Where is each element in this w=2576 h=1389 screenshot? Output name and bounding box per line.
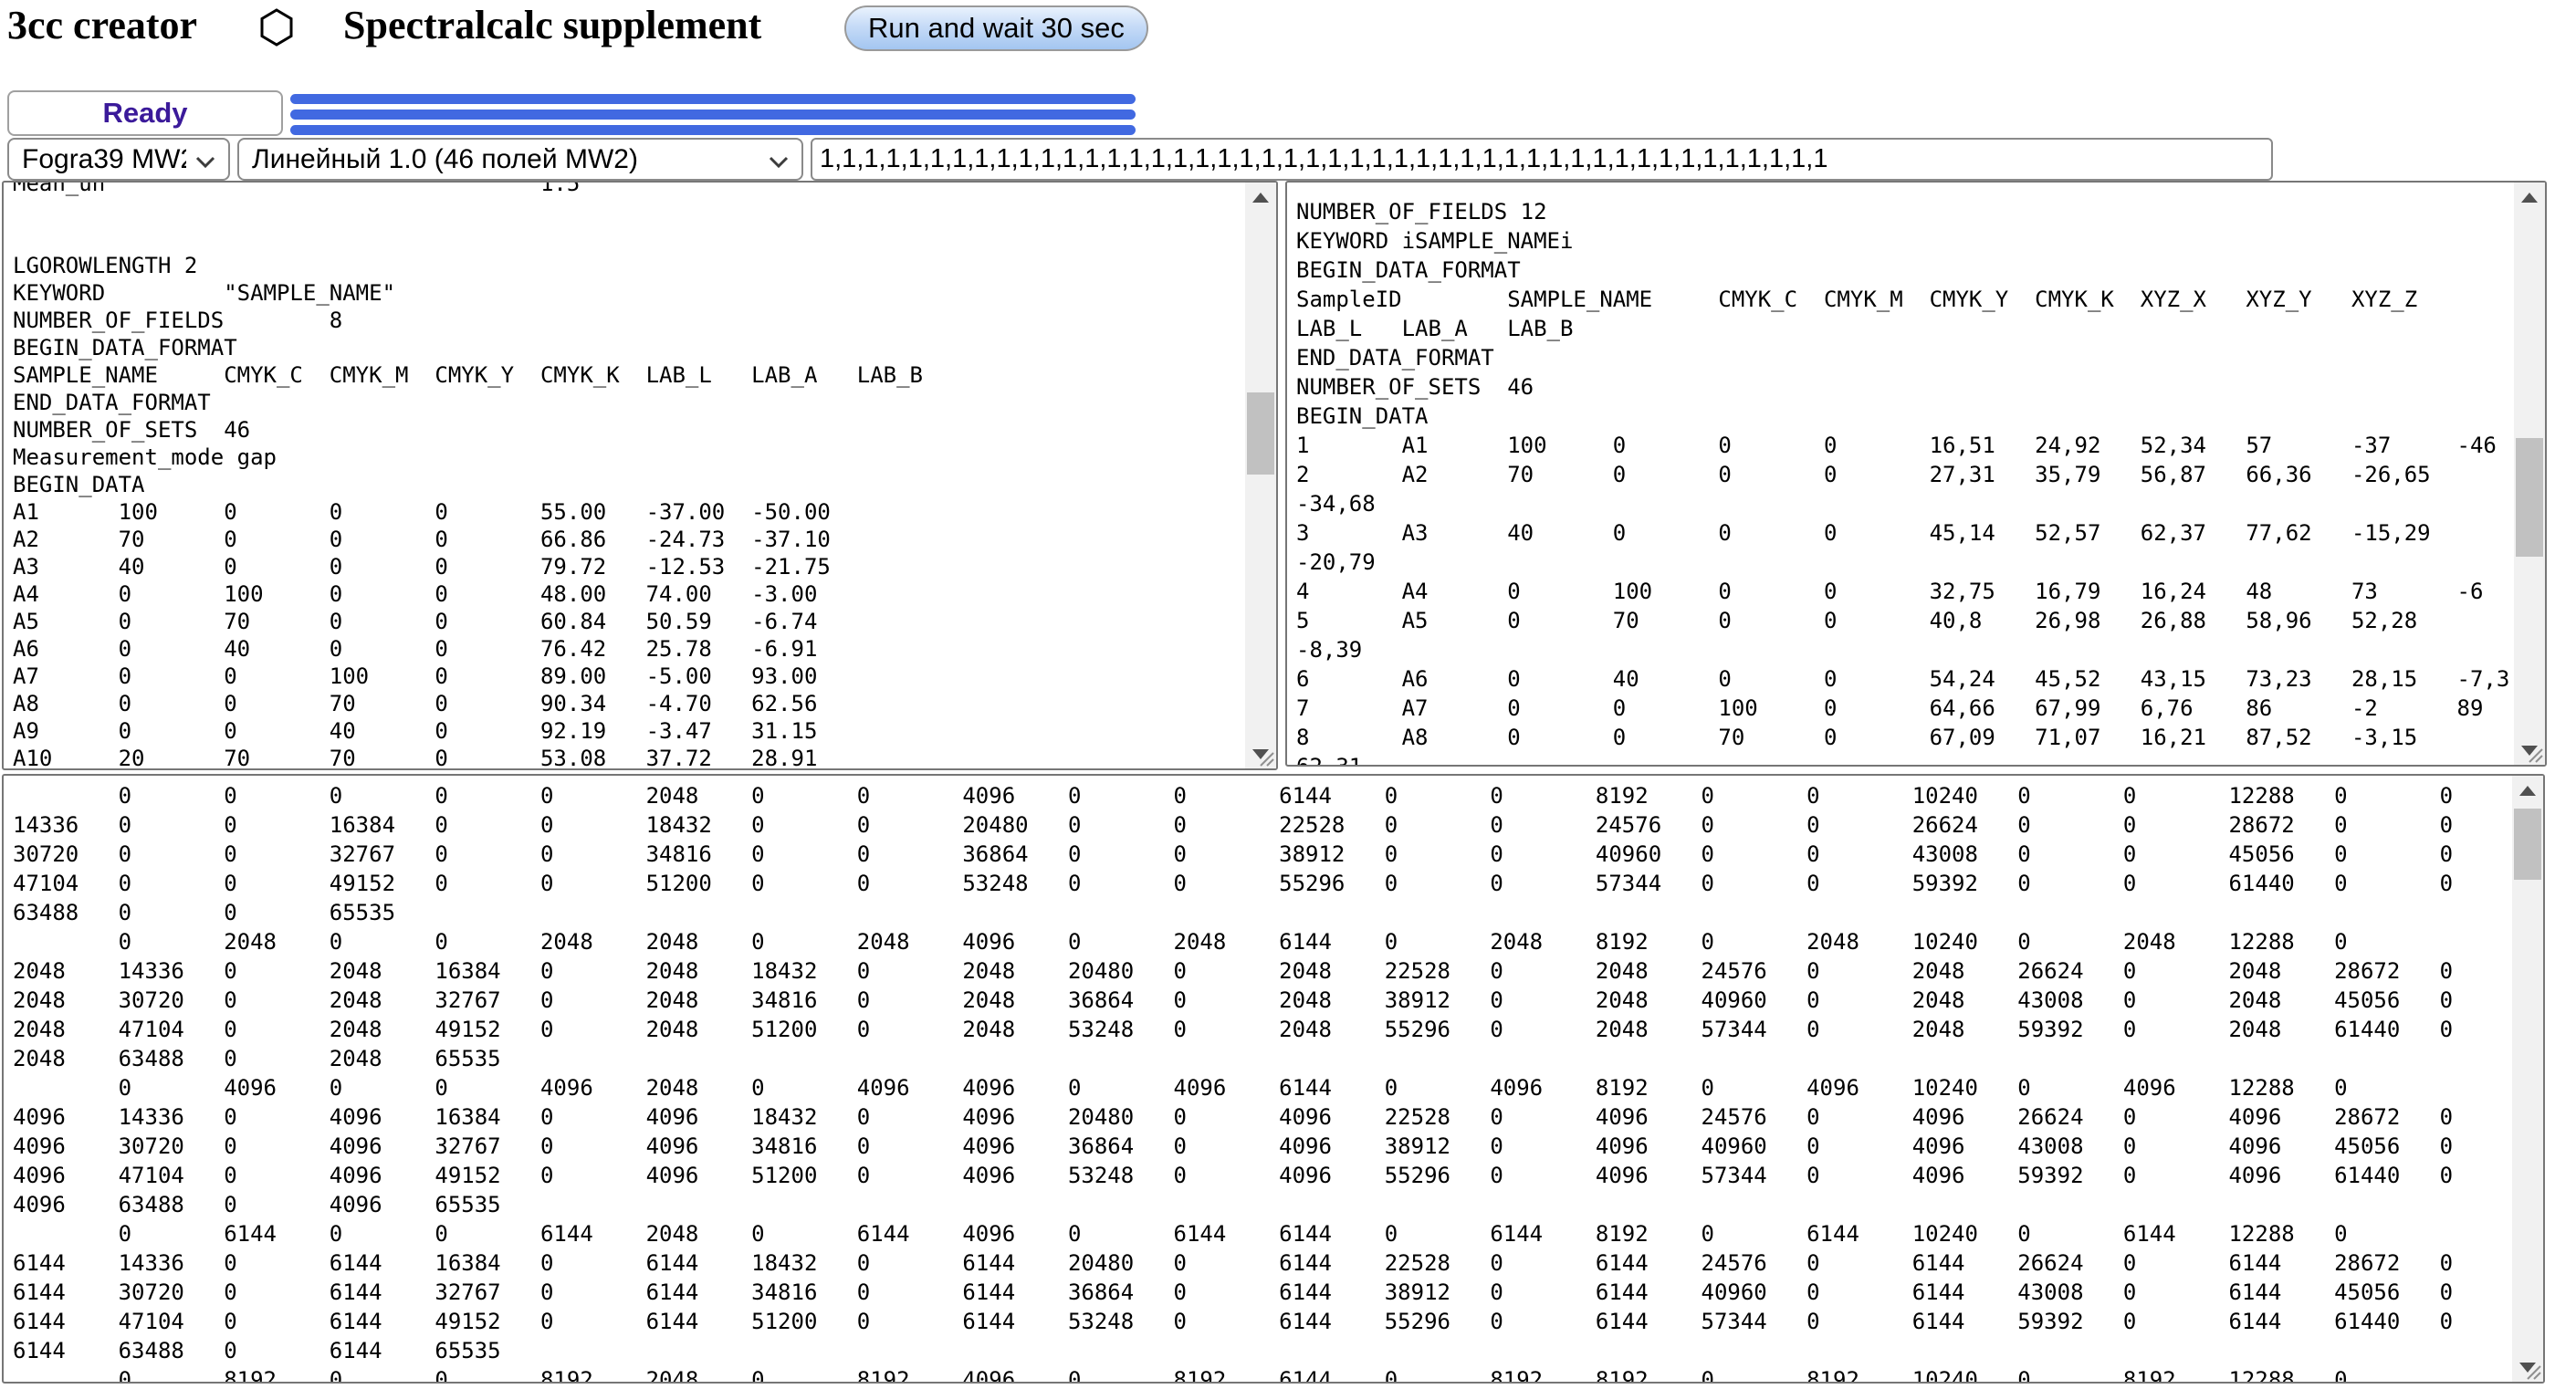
scroll-up-button[interactable] (2514, 183, 2545, 212)
resize-grip-icon[interactable] (2518, 1357, 2542, 1381)
cgats-lab-text: Mean_un 1.5 LGOROWLENGTH 2 KEYWORD "SAMP… (13, 181, 923, 770)
progress-bars (290, 90, 1136, 136)
scrollbar-thumb[interactable] (2514, 809, 2541, 880)
left-vertical-scrollbar[interactable] (1245, 183, 1276, 768)
app-title: 3cc creator (7, 2, 197, 48)
device-values-text: 0 0 0 0 0 2048 0 0 4096 0 0 6144 0 0 819… (13, 781, 2453, 1384)
scroll-up-button[interactable] (1245, 183, 1276, 212)
scroll-up-button[interactable] (2512, 776, 2543, 805)
weights-input[interactable] (811, 138, 2273, 181)
scrollbar-thumb[interactable] (2516, 438, 2543, 557)
progress-bar (290, 125, 1136, 135)
profile-select[interactable]: Fogra39 MW2 (7, 138, 230, 181)
arrow-up-icon (2521, 193, 2538, 203)
progress-bar (290, 94, 1136, 104)
resize-grip-icon[interactable] (1251, 744, 1275, 768)
arrow-up-icon (2519, 786, 2536, 796)
curve-select-value: Линейный 1.0 (46 полей MW2) (252, 144, 759, 175)
bottom-vertical-scrollbar[interactable] (2512, 776, 2543, 1382)
status-box: Ready (7, 90, 283, 136)
chevron-down-icon (769, 144, 789, 175)
run-button[interactable]: Run and wait 30 sec (844, 5, 1148, 51)
cgats-lab-textarea[interactable]: Mean_un 1.5 LGOROWLENGTH 2 KEYWORD "SAMP… (2, 181, 1278, 770)
cgats-xyz-text: NUMBER_OF_FIELDS 12 KEYWORD iSAMPLE_NAME… (1296, 197, 2509, 767)
hexagon-icon (259, 7, 294, 52)
progress-bar (290, 110, 1136, 120)
device-values-textarea[interactable]: 0 0 0 0 0 2048 0 0 4096 0 0 6144 0 0 819… (2, 774, 2545, 1384)
page-title: Spectralcalc supplement (343, 2, 761, 48)
status-label: Ready (102, 97, 187, 130)
header: 3cc creator Spectralcalc supplement Run … (0, 0, 2576, 55)
scrollbar-thumb[interactable] (1247, 392, 1274, 475)
profile-select-value: Fogra39 MW2 (22, 144, 186, 175)
curve-select[interactable]: Линейный 1.0 (46 полей MW2) (237, 138, 803, 181)
arrow-up-icon (1252, 193, 1269, 203)
right-vertical-scrollbar[interactable] (2514, 183, 2545, 765)
cgats-xyz-textarea[interactable]: NUMBER_OF_FIELDS 12 KEYWORD iSAMPLE_NAME… (1285, 181, 2547, 767)
resize-grip-icon[interactable] (2520, 740, 2544, 764)
chevron-down-icon (195, 144, 215, 175)
